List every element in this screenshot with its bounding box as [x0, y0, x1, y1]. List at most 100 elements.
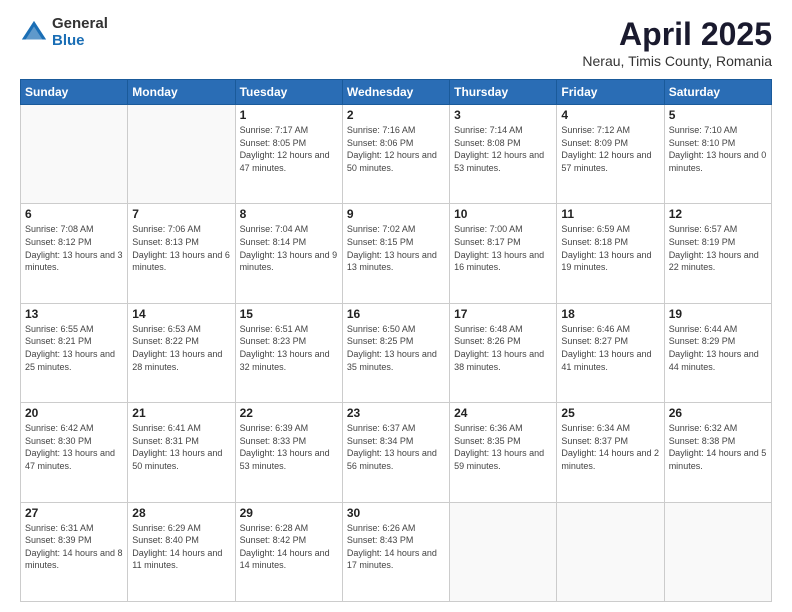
day-number: 11 — [561, 207, 659, 221]
day-number: 13 — [25, 307, 123, 321]
day-info: Sunrise: 6:57 AM Sunset: 8:19 PM Dayligh… — [669, 223, 767, 273]
day-cell: 3Sunrise: 7:14 AM Sunset: 8:08 PM Daylig… — [450, 105, 557, 204]
day-cell: 1 Sunrise: 7:17 AM Sunset: 8:05 PM Daylig… — [235, 105, 342, 204]
day-number: 1 — [240, 108, 338, 122]
day-info: Sunrise: 6:55 AM Sunset: 8:21 PM Dayligh… — [25, 323, 123, 373]
day-number: 12 — [669, 207, 767, 221]
logo-blue: Blue — [52, 33, 108, 50]
day-cell: 9 Sunrise: 7:02 AM Sunset: 8:15 PM Daylig… — [342, 204, 449, 303]
day-cell: 10 Sunrise: 7:00 AM Sunset: 8:17 PM Dayli… — [450, 204, 557, 303]
logo-icon — [20, 19, 48, 47]
logo: General Blue — [20, 16, 108, 49]
day-number: 16 — [347, 307, 445, 321]
day-cell: 29Sunrise: 6:28 AM Sunset: 8:42 PM Dayli… — [235, 502, 342, 601]
week-row-1: 6 Sunrise: 7:08 AM Sunset: 8:12 PM Daylig… — [21, 204, 772, 303]
week-row-2: 13 Sunrise: 6:55 AM Sunset: 8:21 PM Dayli… — [21, 303, 772, 402]
day-number: 24 — [454, 406, 552, 420]
week-row-0: 1 Sunrise: 7:17 AM Sunset: 8:05 PM Daylig… — [21, 105, 772, 204]
day-info: Sunrise: 7:12 AM Sunset: 8:09 PM Dayligh… — [561, 124, 659, 174]
day-cell: 18 Sunrise: 6:46 AM Sunset: 8:27 PM Dayli… — [557, 303, 664, 402]
day-cell: 16 Sunrise: 6:50 AM Sunset: 8:25 PM Dayli… — [342, 303, 449, 402]
day-cell: 6 Sunrise: 7:08 AM Sunset: 8:12 PM Daylig… — [21, 204, 128, 303]
day-cell: 19 Sunrise: 6:44 AM Sunset: 8:29 PM Dayli… — [664, 303, 771, 402]
location: Nerau, Timis County, Romania — [582, 53, 772, 69]
day-cell: 11 Sunrise: 6:59 AM Sunset: 8:18 PM Dayli… — [557, 204, 664, 303]
month-title: April 2025 — [582, 16, 772, 53]
day-number: 4 — [561, 108, 659, 122]
day-info: Sunrise: 6:26 AM Sunset: 8:43 PM Dayligh… — [347, 522, 445, 572]
day-cell: 17 Sunrise: 6:48 AM Sunset: 8:26 PM Dayli… — [450, 303, 557, 402]
day-number: 17 — [454, 307, 552, 321]
day-info: Sunrise: 7:04 AM Sunset: 8:14 PM Dayligh… — [240, 223, 338, 273]
day-number: 21 — [132, 406, 230, 420]
day-number: 2 — [347, 108, 445, 122]
day-cell: 20Sunrise: 6:42 AM Sunset: 8:30 PM Dayli… — [21, 403, 128, 502]
day-info: Sunrise: 7:17 AM Sunset: 8:05 PM Dayligh… — [240, 124, 338, 174]
day-number: 22 — [240, 406, 338, 420]
day-header-tuesday: Tuesday — [235, 80, 342, 105]
day-cell: 12 Sunrise: 6:57 AM Sunset: 8:19 PM Dayli… — [664, 204, 771, 303]
day-header-monday: Monday — [128, 80, 235, 105]
day-cell: 30Sunrise: 6:26 AM Sunset: 8:43 PM Dayli… — [342, 502, 449, 601]
week-row-3: 20Sunrise: 6:42 AM Sunset: 8:30 PM Dayli… — [21, 403, 772, 502]
title-block: April 2025 Nerau, Timis County, Romania — [582, 16, 772, 69]
day-number: 26 — [669, 406, 767, 420]
day-info: Sunrise: 6:44 AM Sunset: 8:29 PM Dayligh… — [669, 323, 767, 373]
day-number: 23 — [347, 406, 445, 420]
day-cell: 23 Sunrise: 6:37 AM Sunset: 8:34 PM Dayli… — [342, 403, 449, 502]
day-number: 14 — [132, 307, 230, 321]
day-number: 28 — [132, 506, 230, 520]
day-number: 5 — [669, 108, 767, 122]
day-number: 6 — [25, 207, 123, 221]
header: General Blue April 2025 Nerau, Timis Cou… — [20, 16, 772, 69]
day-number: 10 — [454, 207, 552, 221]
day-cell — [557, 502, 664, 601]
day-cell — [21, 105, 128, 204]
day-number: 15 — [240, 307, 338, 321]
day-info: Sunrise: 7:08 AM Sunset: 8:12 PM Dayligh… — [25, 223, 123, 273]
week-row-4: 27 Sunrise: 6:31 AM Sunset: 8:39 PM Dayli… — [21, 502, 772, 601]
day-info: Sunrise: 6:37 AM Sunset: 8:34 PM Dayligh… — [347, 422, 445, 472]
day-info: Sunrise: 6:48 AM Sunset: 8:26 PM Dayligh… — [454, 323, 552, 373]
day-info: Sunrise: 6:51 AM Sunset: 8:23 PM Dayligh… — [240, 323, 338, 373]
day-info: Sunrise: 6:41 AM Sunset: 8:31 PM Dayligh… — [132, 422, 230, 472]
day-cell: 27 Sunrise: 6:31 AM Sunset: 8:39 PM Dayli… — [21, 502, 128, 601]
day-cell: 4 Sunrise: 7:12 AM Sunset: 8:09 PM Daylig… — [557, 105, 664, 204]
day-header-friday: Friday — [557, 80, 664, 105]
day-cell: 7Sunrise: 7:06 AM Sunset: 8:13 PM Daylig… — [128, 204, 235, 303]
day-cell: 13 Sunrise: 6:55 AM Sunset: 8:21 PM Dayli… — [21, 303, 128, 402]
day-number: 27 — [25, 506, 123, 520]
day-cell: 15 Sunrise: 6:51 AM Sunset: 8:23 PM Dayli… — [235, 303, 342, 402]
day-info: Sunrise: 7:02 AM Sunset: 8:15 PM Dayligh… — [347, 223, 445, 273]
day-cell: 21 Sunrise: 6:41 AM Sunset: 8:31 PM Dayli… — [128, 403, 235, 502]
day-info: Sunrise: 6:39 AM Sunset: 8:33 PM Dayligh… — [240, 422, 338, 472]
day-info: Sunrise: 7:00 AM Sunset: 8:17 PM Dayligh… — [454, 223, 552, 273]
day-info: Sunrise: 6:53 AM Sunset: 8:22 PM Dayligh… — [132, 323, 230, 373]
day-info: Sunrise: 6:46 AM Sunset: 8:27 PM Dayligh… — [561, 323, 659, 373]
day-info: Sunrise: 7:16 AM Sunset: 8:06 PM Dayligh… — [347, 124, 445, 174]
logo-general: General — [52, 16, 108, 33]
logo-text: General Blue — [52, 16, 108, 49]
day-info: Sunrise: 6:32 AM Sunset: 8:38 PM Dayligh… — [669, 422, 767, 472]
day-number: 19 — [669, 307, 767, 321]
day-header-saturday: Saturday — [664, 80, 771, 105]
day-info: Sunrise: 6:36 AM Sunset: 8:35 PM Dayligh… — [454, 422, 552, 472]
day-info: Sunrise: 7:10 AM Sunset: 8:10 PM Dayligh… — [669, 124, 767, 174]
day-info: Sunrise: 6:50 AM Sunset: 8:25 PM Dayligh… — [347, 323, 445, 373]
day-cell: 14 Sunrise: 6:53 AM Sunset: 8:22 PM Dayli… — [128, 303, 235, 402]
day-cell: 5 Sunrise: 7:10 AM Sunset: 8:10 PM Daylig… — [664, 105, 771, 204]
day-number: 9 — [347, 207, 445, 221]
day-cell: 26 Sunrise: 6:32 AM Sunset: 8:38 PM Dayli… — [664, 403, 771, 502]
page: General Blue April 2025 Nerau, Timis Cou… — [0, 0, 792, 612]
day-number: 18 — [561, 307, 659, 321]
day-info: Sunrise: 6:31 AM Sunset: 8:39 PM Dayligh… — [25, 522, 123, 572]
day-info: Sunrise: 6:59 AM Sunset: 8:18 PM Dayligh… — [561, 223, 659, 273]
day-number: 3 — [454, 108, 552, 122]
day-header-sunday: Sunday — [21, 80, 128, 105]
calendar-table: SundayMondayTuesdayWednesdayThursdayFrid… — [20, 79, 772, 602]
day-cell: 2 Sunrise: 7:16 AM Sunset: 8:06 PM Daylig… — [342, 105, 449, 204]
header-row: SundayMondayTuesdayWednesdayThursdayFrid… — [21, 80, 772, 105]
day-cell — [128, 105, 235, 204]
day-info: Sunrise: 6:42 AM Sunset: 8:30 PM Dayligh… — [25, 422, 123, 472]
day-info: Sunrise: 7:06 AM Sunset: 8:13 PM Dayligh… — [132, 223, 230, 273]
